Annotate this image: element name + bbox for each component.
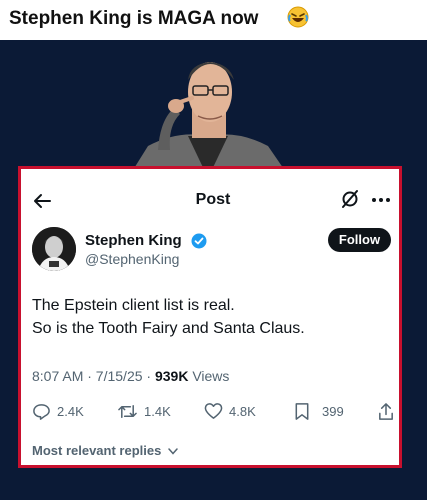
follow-button[interactable]: Follow xyxy=(328,228,391,252)
grok-icon[interactable] xyxy=(340,189,360,209)
avatar-portrait-icon xyxy=(32,227,76,271)
author-photo xyxy=(128,62,290,178)
reply-button[interactable]: 2.4K xyxy=(32,401,84,421)
post-meta: 8:07 AM · 7/15/25 · 939K Views xyxy=(32,368,229,384)
author-handle[interactable]: @StephenKing xyxy=(85,251,179,267)
repost-count: 1.4K xyxy=(144,403,171,419)
views-label: Views xyxy=(188,368,230,384)
bookmark-button[interactable]: 399 xyxy=(294,401,344,421)
reply-icon xyxy=(33,403,50,420)
more-options-icon[interactable] xyxy=(370,190,392,210)
bookmark-count: 399 xyxy=(322,403,344,419)
rolling-laughing-emoji-icon xyxy=(287,6,309,28)
reply-sort-label: Most relevant replies xyxy=(32,443,162,458)
share-button[interactable] xyxy=(378,401,400,421)
meme-caption: Stephen King is MAGA now xyxy=(0,0,427,40)
reply-sort-dropdown[interactable]: Most relevant replies xyxy=(32,443,178,458)
avatar[interactable] xyxy=(32,227,76,271)
post-card: Post Stephen King @StephenKing Follow Th… xyxy=(18,166,402,468)
share-icon xyxy=(379,402,393,420)
repost-icon xyxy=(118,404,137,418)
like-button[interactable]: 4.8K xyxy=(204,401,256,421)
author-name[interactable]: Stephen King xyxy=(85,232,182,249)
bookmark-icon xyxy=(295,402,309,420)
post-timestamp[interactable]: 8:07 AM · 7/15/25 · xyxy=(32,368,155,384)
repost-button[interactable]: 1.4K xyxy=(117,401,171,421)
verified-badge-icon xyxy=(191,233,207,249)
post-text-line: So is the Tooth Fairy and Santa Claus. xyxy=(32,320,305,337)
chevron-down-icon xyxy=(168,448,178,455)
caption-text: Stephen King is MAGA now xyxy=(9,8,259,29)
post-text-line: The Epstein client list is real. xyxy=(32,297,235,314)
views-count: 939K xyxy=(154,368,189,384)
reply-count: 2.4K xyxy=(57,403,84,419)
like-count: 4.8K xyxy=(229,403,256,419)
heart-icon xyxy=(204,403,223,419)
